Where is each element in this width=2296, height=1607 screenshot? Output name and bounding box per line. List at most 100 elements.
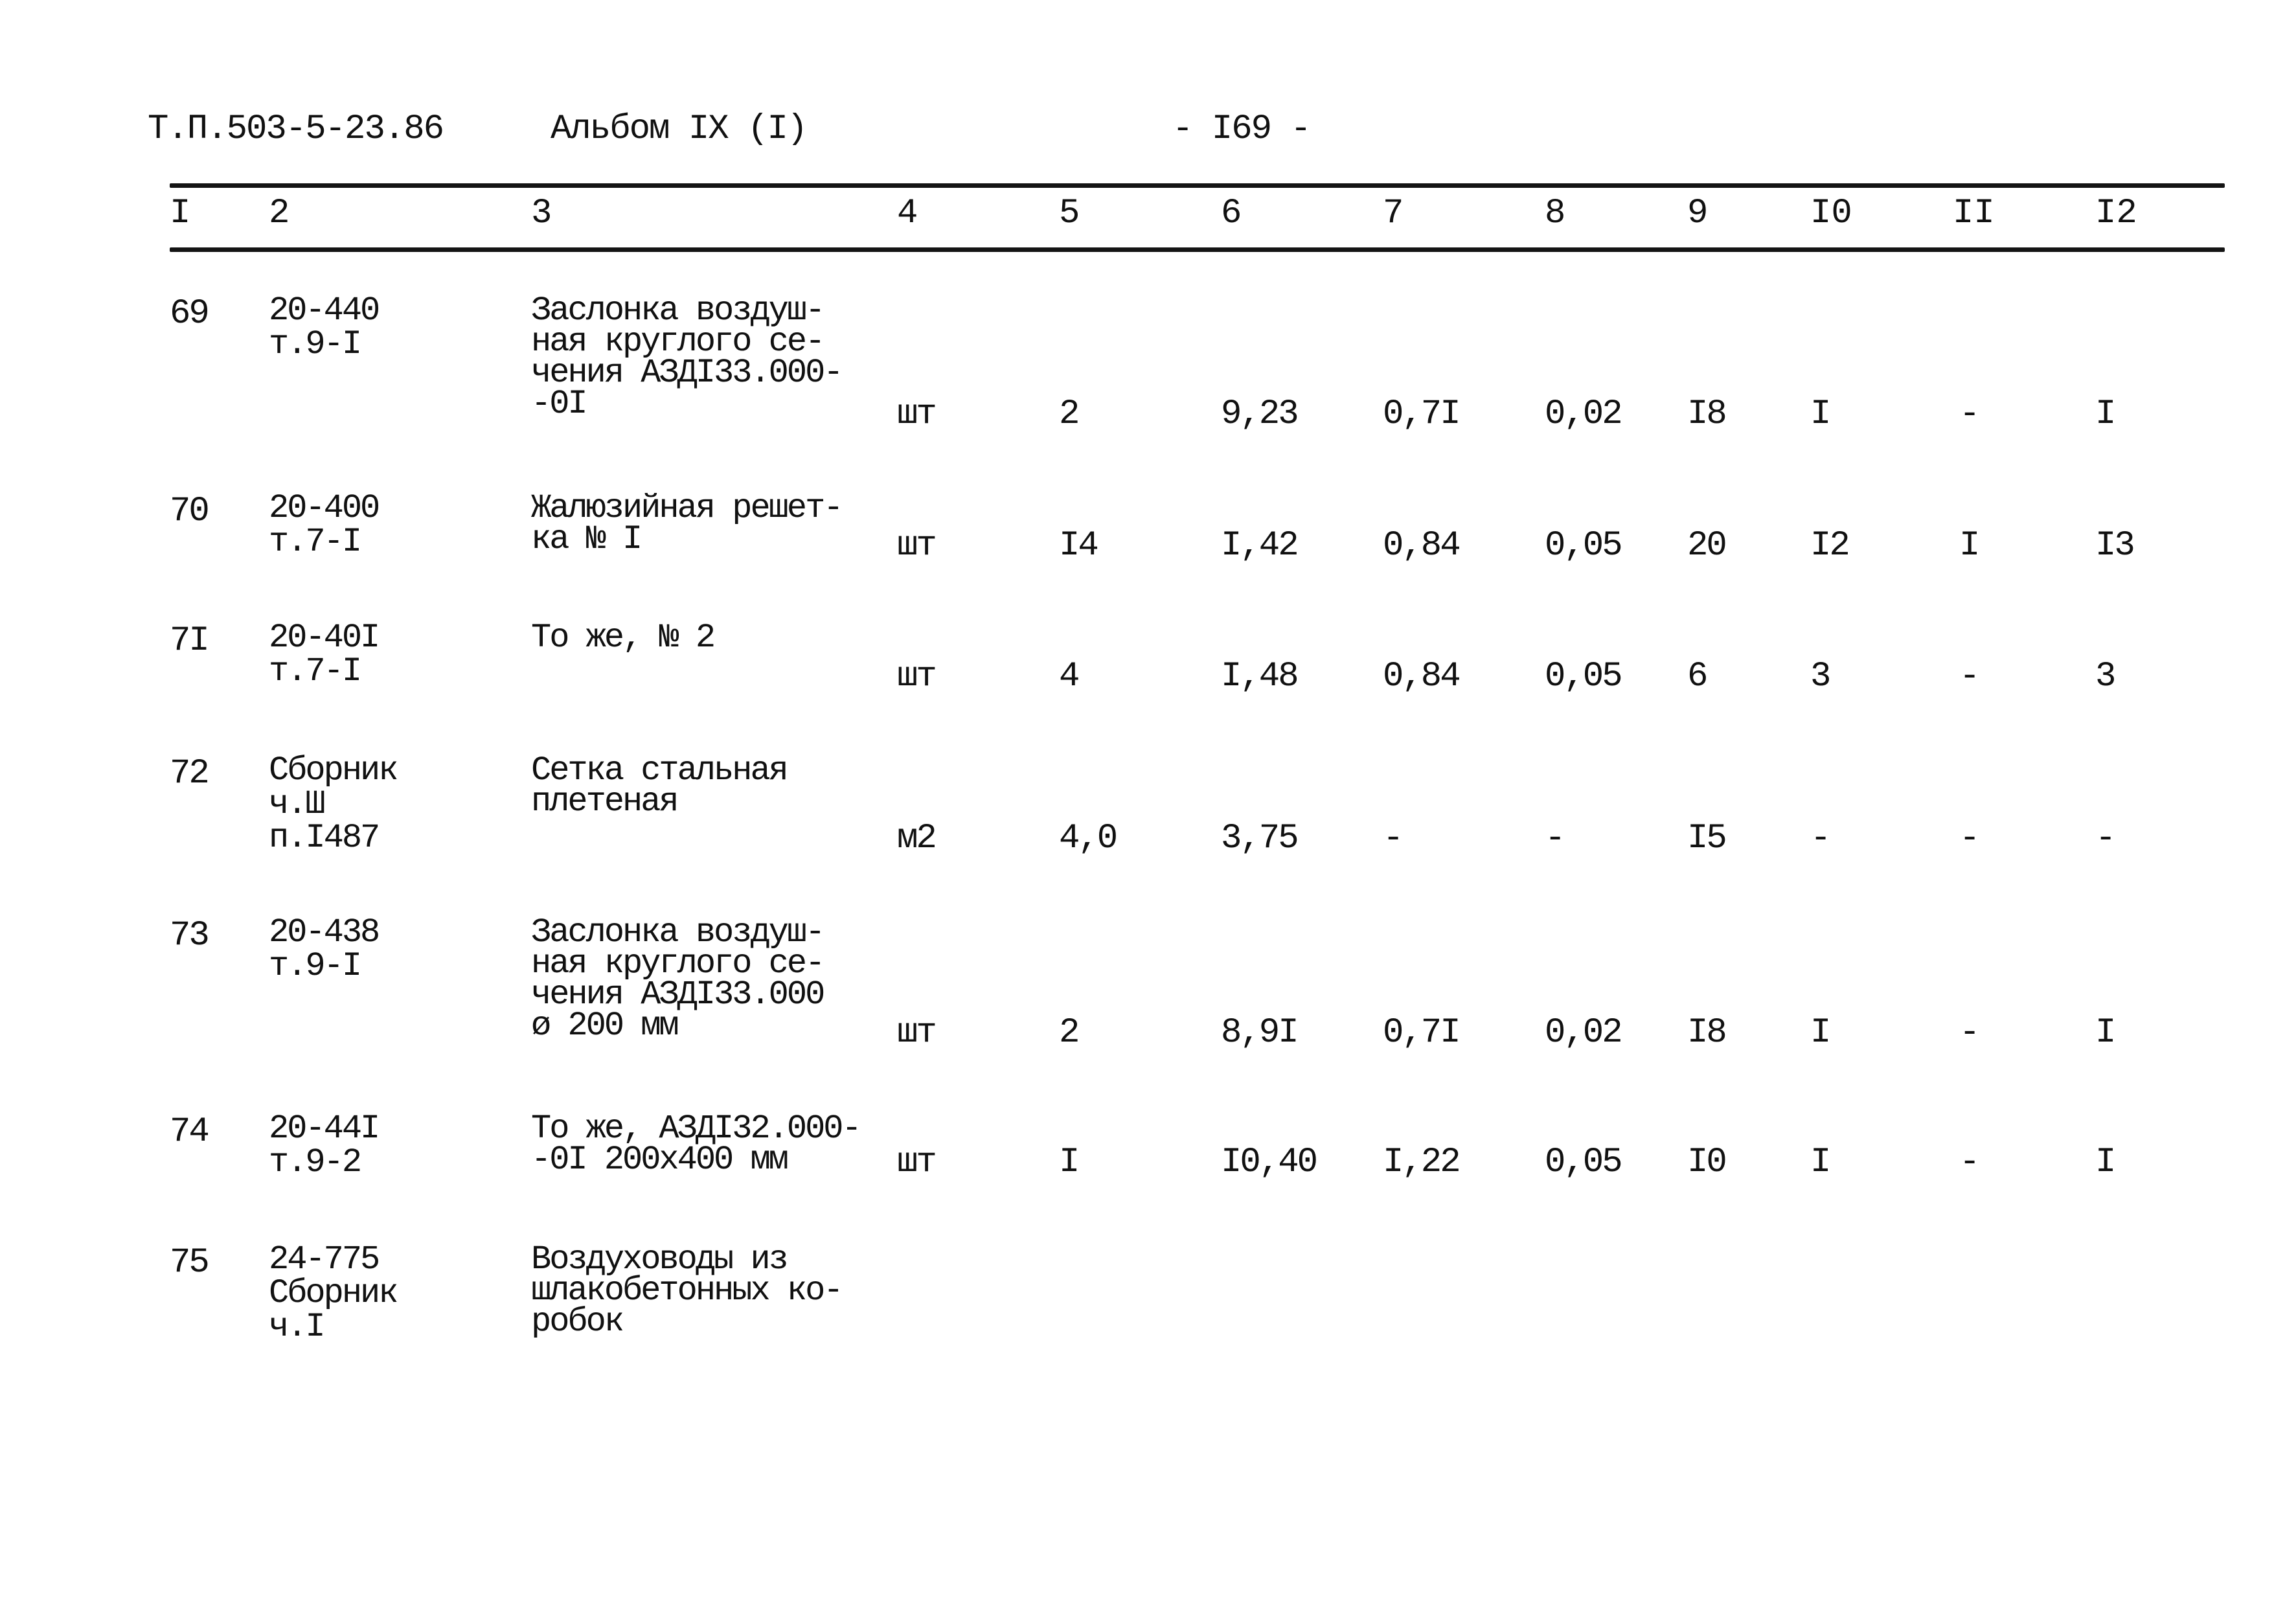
value-cell-c12: - <box>2095 819 2116 858</box>
document-code: Т.П.503-5-23.86 <box>148 109 444 149</box>
value-cell-c12: I <box>2095 394 2116 434</box>
value-cell-c11: - <box>1959 819 1980 858</box>
reference-line: 20-400 <box>269 489 380 527</box>
column-header: II <box>1953 194 1995 233</box>
value-cell-c6: I0,40 <box>1221 1143 1318 1182</box>
reference-line: 20-40I <box>269 619 380 657</box>
description-line: -0I <box>531 385 588 423</box>
page-number: - I69 - <box>1172 109 1312 149</box>
reference-line: т.9-I <box>269 325 362 363</box>
unit-cell: шт <box>897 526 937 565</box>
column-header: 7 <box>1383 194 1404 233</box>
value-cell-c5: I <box>1059 1143 1080 1182</box>
table-header-bottom-rule <box>170 247 2225 252</box>
value-cell-c9: I8 <box>1687 394 1727 434</box>
reference-line: Сборник <box>269 751 398 790</box>
value-cell-c8: 0,05 <box>1545 657 1623 696</box>
value-cell-c9: I0 <box>1687 1143 1727 1182</box>
value-cell-c5: 2 <box>1059 394 1080 434</box>
reference-line: т.7-I <box>269 523 362 561</box>
value-cell-c6: 3,75 <box>1221 819 1299 858</box>
value-cell-c10: I2 <box>1810 526 1850 565</box>
value-cell-c5: 2 <box>1059 1013 1080 1053</box>
reference-line: п.I487 <box>269 819 380 857</box>
description-line: робок <box>531 1303 624 1341</box>
unit-cell: шт <box>897 394 937 434</box>
reference-line: т.9-I <box>269 947 362 985</box>
reference-line: 24-775 <box>269 1240 380 1279</box>
column-header: 5 <box>1059 194 1080 233</box>
row-number: 72 <box>170 754 210 793</box>
value-cell-c6: 8,9I <box>1221 1013 1299 1053</box>
value-cell-c11: - <box>1959 1143 1980 1182</box>
value-cell-c7: 0,7I <box>1383 1013 1461 1053</box>
column-header: I0 <box>1810 194 1852 233</box>
value-cell-c8: 0,05 <box>1545 526 1623 565</box>
value-cell-c6: I,48 <box>1221 657 1299 696</box>
reference-line: 20-44I <box>269 1110 380 1148</box>
unit-cell: шт <box>897 1013 937 1053</box>
value-cell-c11: I <box>1959 526 1980 565</box>
reference-line: т.7-I <box>269 652 362 690</box>
value-cell-c8: 0,02 <box>1545 1013 1623 1053</box>
value-cell-c5: 4 <box>1059 657 1080 696</box>
value-cell-c8: 0,02 <box>1545 394 1623 434</box>
value-cell-c7: 0,7I <box>1383 394 1461 434</box>
value-cell-c11: - <box>1959 394 1980 434</box>
column-header: 3 <box>531 194 552 233</box>
description-line: плетеная <box>531 782 679 821</box>
column-header: 6 <box>1221 194 1242 233</box>
reference-line: ч.I <box>269 1308 326 1346</box>
value-cell-c9: 20 <box>1687 526 1727 565</box>
table-top-rule <box>170 183 2225 188</box>
value-cell-c9: I8 <box>1687 1013 1727 1053</box>
value-cell-c7: I,22 <box>1383 1143 1461 1182</box>
value-cell-c7: - <box>1383 819 1404 858</box>
value-cell-c6: 9,23 <box>1221 394 1299 434</box>
description-line: ка № I <box>531 520 642 558</box>
column-header: 9 <box>1687 194 1709 233</box>
unit-cell: м2 <box>897 819 937 858</box>
value-cell-c12: 3 <box>2095 657 2116 696</box>
unit-cell: шт <box>897 657 937 696</box>
unit-cell: шт <box>897 1143 937 1182</box>
value-cell-c11: - <box>1959 1013 1980 1053</box>
value-cell-c7: 0,84 <box>1383 526 1461 565</box>
row-number: 73 <box>170 916 210 955</box>
value-cell-c10: I <box>1810 1013 1831 1053</box>
value-cell-c5: I4 <box>1059 526 1099 565</box>
value-cell-c12: I3 <box>2095 526 2135 565</box>
column-header: 8 <box>1545 194 1566 233</box>
value-cell-c8: - <box>1545 819 1565 858</box>
description-line: ø 200 мм <box>531 1007 679 1045</box>
value-cell-c11: - <box>1959 657 1980 696</box>
value-cell-c6: I,42 <box>1221 526 1299 565</box>
description-line: -0I 200х400 мм <box>531 1141 789 1179</box>
row-number: 69 <box>170 294 210 334</box>
value-cell-c10: - <box>1810 819 1831 858</box>
value-cell-c9: I5 <box>1687 819 1727 858</box>
value-cell-c8: 0,05 <box>1545 1143 1623 1182</box>
value-cell-c10: I <box>1810 394 1831 434</box>
value-cell-c10: 3 <box>1810 657 1831 696</box>
row-number: 75 <box>170 1243 210 1282</box>
row-number: 70 <box>170 492 210 531</box>
row-number: 7I <box>170 621 210 661</box>
value-cell-c5: 4,0 <box>1059 819 1118 858</box>
description-line: То же, № 2 <box>531 619 716 657</box>
reference-line: Сборник <box>269 1274 398 1312</box>
reference-line: 20-440 <box>269 291 380 330</box>
column-header: 2 <box>269 194 290 233</box>
row-number: 74 <box>170 1112 210 1152</box>
value-cell-c12: I <box>2095 1143 2116 1182</box>
column-header: I <box>170 194 191 233</box>
reference-line: ч.Ш <box>269 785 326 823</box>
value-cell-c7: 0,84 <box>1383 657 1461 696</box>
value-cell-c10: I <box>1810 1143 1831 1182</box>
value-cell-c12: I <box>2095 1013 2116 1053</box>
column-header: 4 <box>897 194 918 233</box>
reference-line: 20-438 <box>269 913 380 952</box>
reference-line: т.9-2 <box>269 1143 362 1181</box>
column-header: I2 <box>2095 194 2137 233</box>
value-cell-c9: 6 <box>1687 657 1708 696</box>
